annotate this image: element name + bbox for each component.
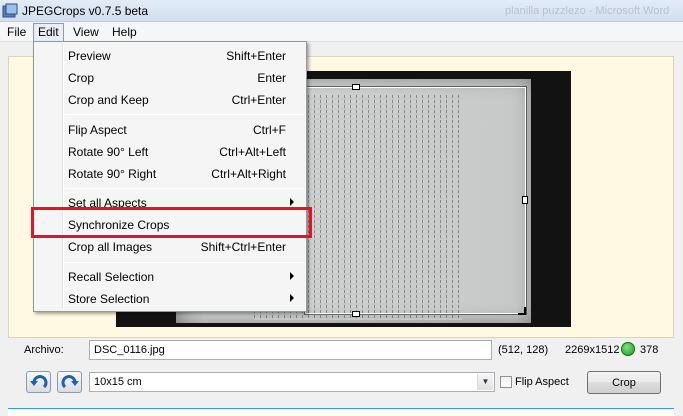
menu-item-crop-all-images[interactable]: Crop all Images Shift+Ctrl+Enter: [36, 236, 304, 258]
crop-handle-top[interactable]: [352, 84, 360, 90]
menu-bar: File Edit View Help: [0, 22, 683, 42]
crop-handle-right[interactable]: [522, 196, 528, 204]
menu-edit[interactable]: Edit: [33, 23, 64, 41]
image-count: 378: [640, 344, 659, 356]
menu-help[interactable]: Help: [107, 23, 142, 41]
selection-coordinates: (512, 128): [498, 344, 549, 356]
rotate-right-icon: [61, 375, 79, 389]
title-bar: JPEGCrops v0.7.5 beta planilla puzzlezo …: [0, 0, 683, 22]
highlight-annotation: [31, 207, 312, 238]
rotate-left-icon: [30, 375, 48, 389]
flip-aspect-checkbox[interactable]: [500, 376, 512, 388]
menu-item-recall-selection[interactable]: Recall Selection: [36, 266, 304, 288]
menu-item-preview[interactable]: Preview Shift+Enter: [36, 45, 304, 67]
thumbnail-strip[interactable]: [8, 408, 674, 416]
aspect-selected-value: 10x15 cm: [94, 376, 142, 388]
file-label: Archivo:: [24, 344, 64, 356]
menu-item-store-selection[interactable]: Store Selection: [36, 288, 304, 310]
rotate-left-button[interactable]: [26, 371, 51, 393]
filename-field[interactable]: [89, 340, 492, 360]
submenu-arrow-icon: [290, 294, 294, 302]
crop-button[interactable]: Crop: [587, 371, 661, 394]
crop-handle-bottom[interactable]: [352, 311, 360, 317]
menu-item-crop[interactable]: Crop Enter: [36, 67, 304, 89]
flip-aspect-label[interactable]: Flip Aspect: [515, 376, 569, 388]
aspect-select[interactable]: 10x15 cm ▼: [89, 372, 495, 392]
crop-selection[interactable]: [304, 86, 527, 315]
image-dimensions: 2269x1512: [565, 344, 620, 356]
submenu-arrow-icon: [290, 198, 294, 206]
window-title: JPEGCrops v0.7.5 beta: [22, 4, 149, 18]
menu-item-rotate-right[interactable]: Rotate 90° Right Ctrl+Alt+Right: [36, 163, 304, 185]
status-indicator-icon: [621, 342, 635, 356]
menu-file[interactable]: File: [2, 23, 31, 41]
app-icon: [2, 3, 18, 18]
menu-separator: [65, 188, 304, 189]
submenu-arrow-icon: [290, 272, 294, 280]
crop-handle-corner[interactable]: [518, 307, 526, 315]
menu-item-rotate-left[interactable]: Rotate 90° Left Ctrl+Alt+Left: [36, 141, 304, 163]
background-window-title: planilla puzzlezo - Microsoft Word: [505, 5, 670, 17]
menu-separator: [65, 262, 304, 263]
menu-item-crop-and-keep[interactable]: Crop and Keep Ctrl+Enter: [36, 89, 304, 111]
menu-view[interactable]: View: [68, 23, 104, 41]
rotate-right-button[interactable]: [57, 371, 82, 393]
menu-item-flip-aspect[interactable]: Flip Aspect Ctrl+F: [36, 119, 304, 141]
edit-menu-dropdown: Preview Shift+Enter Crop Enter Crop and …: [33, 41, 307, 312]
chevron-down-icon[interactable]: ▼: [477, 374, 493, 390]
menu-separator: [65, 114, 304, 115]
